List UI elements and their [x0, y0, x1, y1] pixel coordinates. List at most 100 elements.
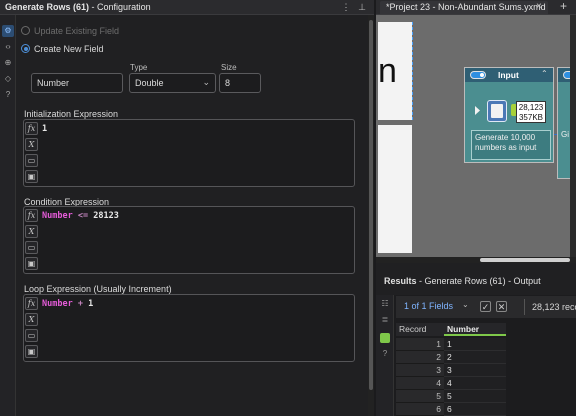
close-tab-icon[interactable]: ×: [536, 1, 542, 12]
canvas-scroll-thumb[interactable]: [480, 258, 570, 262]
generate-rows-tool-icon[interactable]: [487, 100, 507, 122]
number-cell[interactable]: 2: [444, 351, 506, 364]
clear-icon[interactable]: ✕: [496, 301, 507, 312]
number-cell[interactable]: 1: [444, 338, 506, 351]
more-options-icon[interactable]: ⋮: [340, 1, 352, 13]
help-icon[interactable]: ?: [2, 89, 14, 101]
data-view-icon[interactable]: [380, 333, 390, 343]
initialization-expression-label: Initialization Expression: [24, 109, 119, 119]
add-tab-icon[interactable]: +: [560, 0, 567, 13]
results-pane: Results - Generate Rows (61) - Output ☷ …: [376, 263, 576, 416]
results-toolbar: 1 of 1 Fields ⌄ ✓ ✕ 28,123 records d: [396, 296, 576, 318]
type-select[interactable]: Double ⌄: [129, 73, 216, 93]
record-cell: 4: [396, 377, 444, 390]
table-row[interactable]: 5 5: [396, 390, 506, 403]
tool-annotation: Generate 10,000 numbers as input: [471, 130, 551, 160]
chevron-down-icon: ⌄: [202, 77, 210, 87]
results-side-rail: ☷ ≣ ?: [376, 295, 394, 416]
type-value: Double: [135, 78, 164, 88]
size-input[interactable]: 8: [219, 73, 261, 93]
loop-expression-label: Loop Expression (Usually Increment): [24, 284, 172, 294]
number-cell[interactable]: 6: [444, 403, 506, 416]
workflow-tab-title: *Project 23 - Non-Abundant Sums.yxmd: [386, 2, 546, 12]
configuration-title: Generate Rows (61) - Configuration: [5, 2, 151, 12]
function-icon[interactable]: fx: [25, 209, 38, 222]
gear-icon[interactable]: ⚙: [2, 25, 14, 37]
configuration-scroll-thumb[interactable]: [369, 20, 373, 390]
size-label: Size: [221, 63, 237, 72]
tool-subtitle: - Configuration: [91, 2, 151, 12]
table-row[interactable]: 6 6: [396, 403, 506, 416]
tag-icon[interactable]: ◇: [2, 73, 14, 85]
record-cell: 5: [396, 390, 444, 403]
container-toggle[interactable]: [470, 71, 486, 79]
results-title: Results - Generate Rows (61) - Output: [384, 276, 541, 286]
pin-icon[interactable]: ⊥: [356, 1, 368, 13]
record-cell: 3: [396, 364, 444, 377]
record-cell: 6: [396, 403, 444, 416]
save-icon[interactable]: ▣: [25, 345, 38, 358]
comment-panel[interactable]: [378, 125, 412, 253]
record-cell: 2: [396, 351, 444, 364]
fields-selector[interactable]: 1 of 1 Fields: [404, 301, 453, 311]
variable-icon[interactable]: X: [25, 313, 38, 326]
tool-container-input[interactable]: Input ⌃ 28,123 357KB Generate 10,000 num…: [464, 67, 554, 163]
table-row[interactable]: 3 3: [396, 364, 506, 377]
function-icon[interactable]: fx: [25, 122, 38, 135]
number-cell[interactable]: 4: [444, 377, 506, 390]
expression-toolbar: fx X ▭ ▣: [24, 207, 40, 273]
variable-icon[interactable]: X: [25, 138, 38, 151]
create-new-field-radio[interactable]: [21, 44, 30, 53]
column-header-number[interactable]: Number: [444, 323, 506, 336]
expression-toolbar: fx X ▭ ▣: [24, 295, 40, 361]
variable-icon[interactable]: X: [25, 225, 38, 238]
initialization-expression-editor[interactable]: fx X ▭ ▣ 1: [23, 119, 355, 187]
update-existing-radio[interactable]: [21, 26, 30, 35]
code-number: 28123: [93, 211, 119, 221]
save-icon[interactable]: ▣: [25, 257, 38, 270]
code-number: 1: [88, 299, 94, 309]
update-existing-label: Update Existing Field: [34, 26, 120, 36]
configuration-pane: Generate Rows (61) - Configuration ⋮ ⊥ ⚙…: [0, 0, 374, 416]
container-title: Input: [498, 70, 519, 80]
table-row[interactable]: 2 2: [396, 351, 506, 364]
workflow-tab-bar: *Project 23 - Non-Abundant Sums.yxmd × +: [376, 0, 576, 15]
help-icon[interactable]: ?: [380, 349, 390, 359]
code-field: Number: [42, 299, 73, 309]
code-operator: <=: [77, 211, 89, 221]
loop-expression-editor[interactable]: fx X ▭ ▣ Number + 1: [23, 294, 355, 362]
chevron-down-icon[interactable]: ⌄: [462, 300, 469, 309]
comment-panel[interactable]: n: [378, 22, 412, 120]
container-header: Input ⌃: [465, 68, 553, 82]
workflow-canvas[interactable]: n Input ⌃ 28,123 357KB Generate 10,000 n…: [376, 15, 576, 257]
folder-icon[interactable]: ▭: [25, 241, 38, 254]
function-icon[interactable]: fx: [25, 297, 38, 310]
checkbox-icon[interactable]: ✓: [480, 301, 491, 312]
workflow-tab[interactable]: *Project 23 - Non-Abundant Sums.yxmd ×: [380, 1, 548, 14]
condition-expression-editor[interactable]: fx X ▭ ▣ Number <= 28123: [23, 206, 355, 274]
field-name-input[interactable]: Number: [31, 73, 123, 93]
save-icon[interactable]: ▣: [25, 170, 38, 183]
input-anchor[interactable]: [475, 106, 480, 115]
record-summary: 28,123 records d: [532, 302, 576, 312]
collapse-icon[interactable]: ⌃: [541, 69, 548, 78]
number-cell[interactable]: 3: [444, 364, 506, 377]
results-subtitle: - Generate Rows (61) - Output: [419, 276, 541, 286]
results-grid: Record Number 1 1 2 2 3 3 4 4 5 5 6 6: [396, 323, 508, 416]
tool-name: Generate Rows (61): [5, 2, 90, 12]
expression-toolbar: fx X ▭ ▣: [24, 120, 40, 186]
table-row[interactable]: 1 1: [396, 338, 506, 351]
number-cell[interactable]: 5: [444, 390, 506, 403]
table-view-icon[interactable]: ☷: [380, 299, 390, 309]
column-header-record[interactable]: Record: [396, 323, 444, 336]
toolbar-divider: [524, 299, 525, 315]
list-view-icon[interactable]: ≣: [380, 315, 390, 325]
table-row[interactable]: 4 4: [396, 377, 506, 390]
connection-icon[interactable]: ⊕: [2, 57, 14, 69]
folder-icon[interactable]: ▭: [25, 329, 38, 342]
folder-icon[interactable]: ▭: [25, 154, 38, 167]
type-label: Type: [130, 63, 148, 72]
record-count: 28,123: [518, 103, 544, 112]
canvas-vertical-scrollbar[interactable]: [570, 15, 576, 257]
code-icon[interactable]: ‹›: [2, 41, 14, 53]
